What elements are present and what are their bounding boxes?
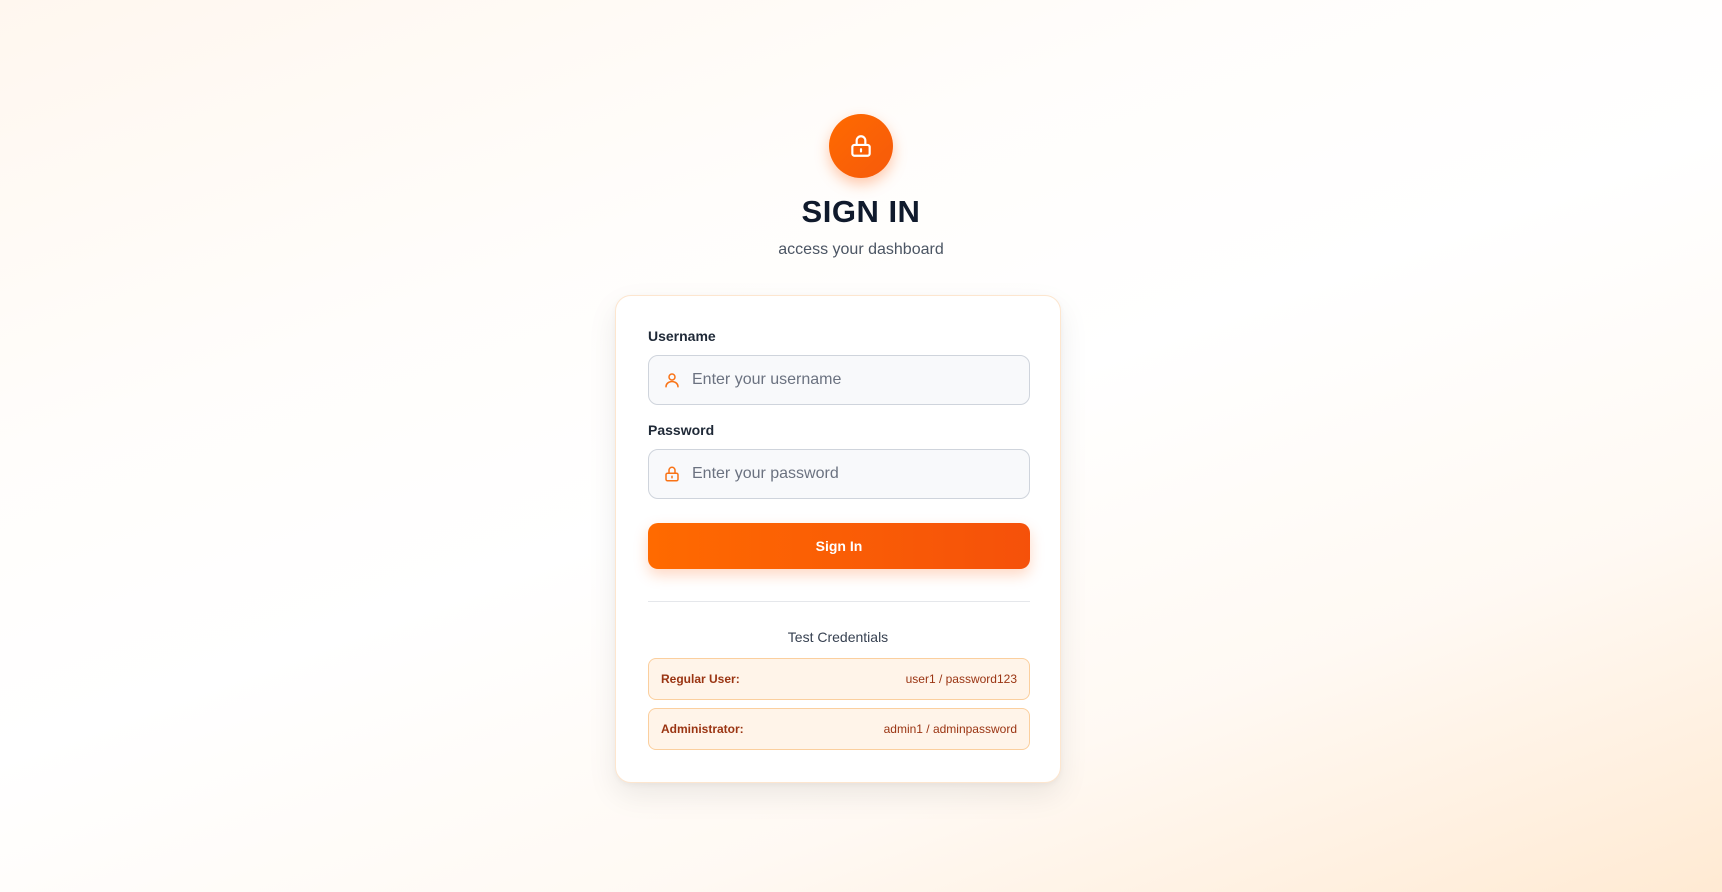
credential-role: Regular User:: [661, 672, 740, 686]
sign-in-button[interactable]: Sign In: [648, 523, 1030, 569]
credential-value: admin1 / adminpassword: [883, 722, 1017, 736]
credential-row-regular-user: Regular User: user1 / password123: [648, 658, 1030, 700]
login-card: Username Password Sign In Test Credentia…: [615, 295, 1061, 783]
credential-row-administrator: Administrator: admin1 / adminpassword: [648, 708, 1030, 750]
username-field[interactable]: [648, 355, 1030, 405]
page-subtitle: access your dashboard: [778, 241, 944, 258]
credential-value: user1 / password123: [905, 672, 1017, 686]
user-icon: [661, 369, 683, 391]
credential-role: Administrator:: [661, 722, 744, 736]
divider: [648, 601, 1030, 602]
logo-badge: [829, 114, 893, 178]
page-header: SIGN IN access your dashboard: [0, 114, 1722, 260]
password-label: Password: [648, 422, 715, 438]
password-input[interactable]: [692, 450, 1012, 498]
username-label: Username: [648, 328, 716, 344]
username-input[interactable]: [692, 356, 1012, 404]
lock-icon: [661, 463, 683, 485]
lock-icon: [851, 135, 871, 157]
test-credentials-title: Test Credentials: [787, 629, 889, 645]
page-title: SIGN IN: [801, 194, 921, 229]
password-field[interactable]: [648, 449, 1030, 499]
